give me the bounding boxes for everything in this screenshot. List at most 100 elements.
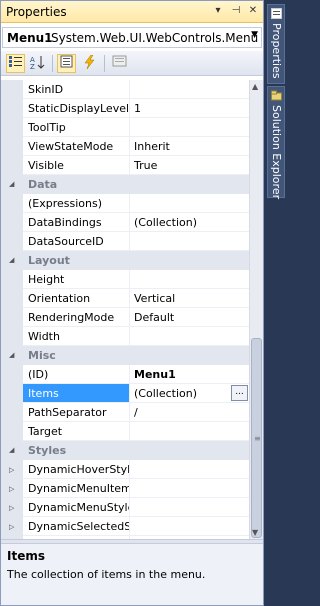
category-row[interactable]: ◢ Layout [1,251,249,270]
property-value[interactable] [130,517,249,536]
property-value[interactable] [130,270,249,289]
property-name[interactable]: PathSeparator [23,403,130,422]
row-gutter [1,80,23,99]
property-name[interactable]: SkinID [23,80,130,99]
property-row[interactable]: ▷ DynamicHoverStyle [1,460,249,479]
property-name[interactable]: DynamicSelectedStyle [23,517,130,536]
property-value[interactable]: 1 [130,99,249,118]
row-gutter [1,194,23,213]
description-pane: Items The collection of items in the men… [1,544,263,605]
property-name[interactable]: Height [23,270,130,289]
property-row[interactable]: RenderingMode Default [1,308,249,327]
property-row[interactable]: DataBindings (Collection) [1,213,249,232]
category-row[interactable]: ◢ Styles [1,441,249,460]
property-row[interactable]: ViewStateMode Inherit [1,137,249,156]
close-icon[interactable]: ✕ [246,4,260,18]
property-pages-icon[interactable] [110,54,129,73]
row-gutter [1,403,23,422]
row-gutter [1,365,23,384]
expand-triangle-icon[interactable]: ▷ [9,523,14,531]
property-name[interactable]: (Expressions) [23,194,130,213]
panel-title: Properties [6,5,67,19]
property-row[interactable]: PathSeparator / [1,403,249,422]
property-value[interactable] [130,327,249,346]
row-gutter [1,118,23,137]
collapse-triangle-icon[interactable]: ◢ [9,180,14,188]
property-row[interactable]: Items (Collection)... [1,384,249,403]
object-selector[interactable]: Menu1 System.Web.UI.WebControls.Menu ▼ [2,27,262,48]
property-row[interactable]: Target [1,422,249,441]
property-row[interactable]: SkinID [1,80,249,99]
property-name[interactable]: (ID) [23,365,130,384]
property-value[interactable]: (Collection) [130,213,249,232]
category-row[interactable]: ◢ Misc [1,346,249,365]
property-value[interactable] [130,422,249,441]
property-value[interactable] [130,194,249,213]
property-value[interactable] [130,498,249,517]
property-name[interactable]: Items [23,384,130,403]
expand-triangle-icon[interactable]: ▷ [9,504,14,512]
property-name[interactable]: StaticDisplayLevels [23,99,130,118]
property-row[interactable]: Width [1,327,249,346]
row-gutter [1,213,23,232]
property-name[interactable]: Visible [23,156,130,175]
scroll-down-icon[interactable]: ▼ [252,528,258,537]
property-name[interactable]: DynamicMenuStyle [23,498,130,517]
collapse-triangle-icon[interactable]: ◢ [9,351,14,359]
property-row[interactable]: ToolTip [1,118,249,137]
category-row[interactable]: ◢ Data [1,175,249,194]
property-value[interactable] [130,118,249,137]
property-row[interactable]: Visible True [1,156,249,175]
expand-triangle-icon[interactable]: ▷ [9,466,14,474]
property-row[interactable]: (ID) Menu1 [1,365,249,384]
property-value[interactable] [130,479,249,498]
property-name[interactable]: RenderingMode [23,308,130,327]
row-gutter [1,384,23,403]
property-name[interactable]: DynamicMenuItemStyle [23,479,130,498]
property-value[interactable] [130,460,249,479]
property-value[interactable]: True [130,156,249,175]
property-row[interactable]: Height [1,270,249,289]
property-name[interactable]: DynamicHoverStyle [23,460,130,479]
property-value[interactable] [130,232,249,251]
property-row[interactable]: ▷ DynamicMenuStyle [1,498,249,517]
side-tab-label: Solution Explorer [270,105,283,200]
property-row[interactable]: ▷ DynamicMenuItemStyle [1,479,249,498]
window-menu-dropdown-icon[interactable]: ▾ [211,4,225,18]
row-gutter [1,156,23,175]
alphabetical-sort-icon[interactable]: AZ [28,54,47,73]
property-value[interactable]: Vertical [130,289,249,308]
property-name[interactable]: Target [23,422,130,441]
property-row[interactable]: ▷ DynamicSelectedStyle [1,517,249,536]
side-tab-solution-explorer[interactable]: Solution Explorer [267,86,285,200]
categorized-icon[interactable] [6,54,25,73]
scroll-up-icon[interactable]: ▲ [252,82,258,91]
side-tab-properties[interactable]: Properties [267,4,285,84]
events-lightning-icon[interactable] [80,54,99,73]
property-value[interactable]: Menu1 [130,365,249,384]
pin-icon[interactable]: ⊣ [229,4,243,18]
property-row[interactable]: DataSourceID [1,232,249,251]
properties-icon[interactable] [57,54,76,73]
collapse-triangle-icon[interactable]: ◢ [9,446,14,454]
property-row[interactable]: Orientation Vertical [1,289,249,308]
chevron-down-icon[interactable]: ▼ [251,30,258,40]
property-name[interactable]: ViewStateMode [23,137,130,156]
property-name[interactable]: DataSourceID [23,232,130,251]
property-grid-scrollbar[interactable]: ▲ ≡ ▼ [249,80,263,539]
scrollbar-thumb[interactable]: ≡ [251,338,262,538]
property-name[interactable]: DataBindings [23,213,130,232]
collapse-triangle-icon[interactable]: ◢ [9,256,14,264]
ellipsis-button[interactable]: ... [231,385,248,401]
title-bar[interactable]: Properties ▾ ⊣ ✕ [1,1,263,23]
property-row[interactable]: StaticDisplayLevels 1 [1,99,249,118]
property-name[interactable]: ToolTip [23,118,130,137]
property-value[interactable]: Default [130,308,249,327]
expand-triangle-icon[interactable]: ▷ [9,485,14,493]
property-name[interactable]: Orientation [23,289,130,308]
property-value[interactable]: / [130,403,249,422]
property-name[interactable]: Width [23,327,130,346]
property-row[interactable]: (Expressions) [1,194,249,213]
property-value[interactable] [130,80,249,99]
property-value[interactable]: Inherit [130,137,249,156]
